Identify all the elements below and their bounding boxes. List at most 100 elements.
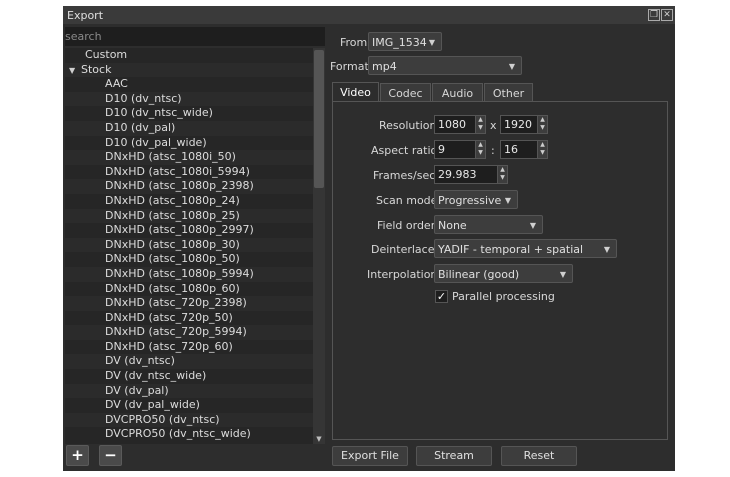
deinterlacer-select[interactable]: YADIF - temporal + spatial (best) ▼ (434, 239, 617, 275)
tree-item-label: Stock (81, 62, 112, 76)
resolution-separator: x (490, 119, 497, 132)
tree-item[interactable]: DV (dv_ntsc) (65, 354, 313, 370)
field-order-value: None (438, 219, 467, 232)
tree-item-label: DNxHD (atsc_1080p_60) (105, 281, 240, 295)
tree-item-label: D10 (dv_pal) (105, 120, 176, 134)
tree-item-label: DV (dv_pal_wide) (105, 398, 200, 412)
from-select[interactable]: IMG_1534 ▼ (368, 32, 442, 51)
resolution-width-stepper[interactable]: ▲ ▼ (475, 115, 486, 134)
remove-preset-button[interactable]: − (99, 445, 122, 466)
tree-item[interactable]: D10 (dv_pal) (65, 120, 313, 136)
format-select[interactable]: mp4 ▼ (368, 56, 522, 75)
fps-stepper[interactable]: ▲ ▼ (497, 165, 508, 184)
tree-item[interactable]: D10 (dv_ntsc) (65, 91, 313, 107)
tree-item[interactable]: DNxHD (atsc_720p_2398) (65, 296, 313, 311)
tree-item[interactable]: DNxHD (atsc_1080p_25) (65, 208, 313, 224)
resolution-height-stepper[interactable]: ▲ ▼ (537, 115, 548, 134)
tree-item[interactable]: D10 (dv_pal_wide) (65, 136, 313, 151)
tree-item-label: DNxHD (atsc_720p_50) (105, 310, 233, 324)
tree-item[interactable]: Custom (65, 48, 313, 63)
tree-item[interactable]: DNxHD (atsc_1080p_50) (65, 252, 313, 267)
preset-tree[interactable]: Custom ▼ Stock AAC D10 (dv_ntsc) D10 (dv_ntsc… (65, 48, 313, 444)
interpolation-value: Bilinear (good) (438, 268, 520, 281)
scan-mode-select[interactable]: Progressive ▼ (434, 190, 518, 209)
tree-item[interactable]: DNxHD (atsc_720p_50) (65, 311, 313, 326)
tree-item[interactable]: AAC (65, 77, 313, 92)
tree-item-label: DNxHD (atsc_720p_60) (105, 339, 233, 353)
tree-item[interactable]: ▼ Stock (65, 62, 313, 79)
tree-item[interactable]: DNxHD (atsc_1080p_60) (65, 282, 313, 297)
field-order-label: Field order (377, 219, 436, 232)
tree-item-label: DV (dv_ntsc_wide) (105, 369, 207, 383)
field-order-select[interactable]: None ▼ (434, 215, 543, 234)
tab-video[interactable]: Video (332, 82, 379, 103)
aspect-ratio-label: Aspect ratio (371, 144, 438, 157)
resolution-height-input[interactable]: 1920 (500, 115, 538, 134)
scroll-down-icon[interactable]: ▼ (314, 434, 324, 444)
window-title: Export (67, 9, 104, 22)
resolution-width-input[interactable]: 1080 (434, 115, 476, 134)
tree-item[interactable]: DNxHD (atsc_1080p_30) (65, 237, 313, 253)
tree-item-label: DNxHD (atsc_1080p_25) (105, 208, 240, 222)
tree-item-label: DNxHD (atsc_1080p_50) (105, 252, 240, 266)
tree-item-label: Custom (85, 48, 128, 61)
search-input[interactable] (65, 27, 325, 46)
tree-item-label: DNxHD (atsc_1080p_24) (105, 193, 240, 207)
tree-item[interactable]: DVCPRO50 (dv_ntsc_wide) (65, 427, 313, 442)
chevron-down-icon: ▼ (504, 196, 511, 205)
scrollbar-thumb[interactable] (314, 50, 324, 188)
tree-item[interactable]: D10 (dv_ntsc_wide) (65, 106, 313, 121)
aspect-den-input[interactable]: 16 (500, 140, 538, 159)
chevron-down-icon: ▼ (529, 221, 536, 230)
restore-icon[interactable]: ❐ (648, 9, 660, 21)
chevron-down-icon: ▼ (508, 62, 515, 71)
tree-item-label: DNxHD (atsc_1080p_30) (105, 237, 240, 251)
tree-item[interactable]: DNxHD (atsc_1080i_5994) (65, 165, 313, 180)
tree-item-label: DV (dv_ntsc) (105, 354, 175, 368)
tree-item[interactable]: DNxHD (atsc_720p_5994) (65, 325, 313, 340)
tree-item[interactable]: DNxHD (atsc_1080p_2997) (65, 223, 313, 238)
fps-label: Frames/sec (373, 169, 436, 182)
tree-item-label: DNxHD (atsc_1080p_2398) (105, 179, 254, 193)
tree-scrollbar[interactable]: ▼ (313, 48, 325, 444)
tree-item-label: DNxHD (atsc_1080p_2997) (105, 223, 254, 237)
tree-item[interactable]: DNxHD (atsc_1080i_50) (65, 150, 313, 165)
tab-codec[interactable]: Codec (380, 83, 431, 103)
stream-button[interactable]: Stream (416, 446, 492, 466)
format-label: Format (330, 60, 369, 73)
tree-item[interactable]: DVCPRO50 (dv_ntsc) (65, 412, 313, 428)
tree-item[interactable]: DV (dv_pal) (65, 383, 313, 399)
tree-item[interactable]: DNxHD (atsc_1080p_5994) (65, 266, 313, 282)
parallel-processing-checkbox[interactable]: ✓ (435, 290, 448, 303)
interpolation-select[interactable]: Bilinear (good) ▼ (434, 264, 573, 283)
tree-item[interactable]: DV (dv_pal_wide) (65, 398, 313, 413)
deinterlacer-label: Deinterlacer (371, 243, 440, 256)
aspect-num-input[interactable]: 9 (434, 140, 476, 159)
tree-item-label: DNxHD (atsc_1080i_50) (105, 150, 236, 164)
tree-item[interactable]: DV (dv_ntsc_wide) (65, 369, 313, 384)
tree-item-label: DNxHD (atsc_1080p_5994) (105, 266, 254, 280)
tree-item[interactable]: DNxHD (atsc_1080p_24) (65, 194, 313, 209)
format-value: mp4 (372, 60, 397, 73)
add-preset-button[interactable]: + (66, 445, 89, 466)
chevron-down-icon[interactable]: ▼ (69, 64, 81, 79)
reset-button[interactable]: Reset (501, 446, 577, 466)
tree-item[interactable]: DNxHD (atsc_720p_60) (65, 340, 313, 355)
close-icon[interactable]: ✕ (661, 9, 673, 21)
aspect-separator: : (491, 144, 495, 157)
interpolation-label: Interpolation (367, 268, 438, 281)
aspect-den-stepper[interactable]: ▲ ▼ (537, 140, 548, 159)
tree-item-label: DVCPRO50 (dv_ntsc) (105, 412, 220, 426)
chevron-down-icon: ▼ (428, 38, 435, 47)
tree-item-label: DVCPRO50 (dv_ntsc_wide) (105, 427, 251, 441)
scan-mode-value: Progressive (438, 194, 502, 207)
tab-other[interactable]: Other (484, 83, 533, 103)
tree-item-label: D10 (dv_pal_wide) (105, 135, 207, 149)
tree-item-label: AAC (105, 77, 128, 91)
export-file-button[interactable]: Export File (332, 446, 408, 466)
tree-item-label: DNxHD (atsc_1080i_5994) (105, 164, 250, 178)
fps-input[interactable]: 29.983 (434, 165, 498, 184)
tree-item[interactable]: DNxHD (atsc_1080p_2398) (65, 179, 313, 194)
aspect-num-stepper[interactable]: ▲ ▼ (475, 140, 486, 159)
tab-audio[interactable]: Audio (432, 83, 483, 103)
